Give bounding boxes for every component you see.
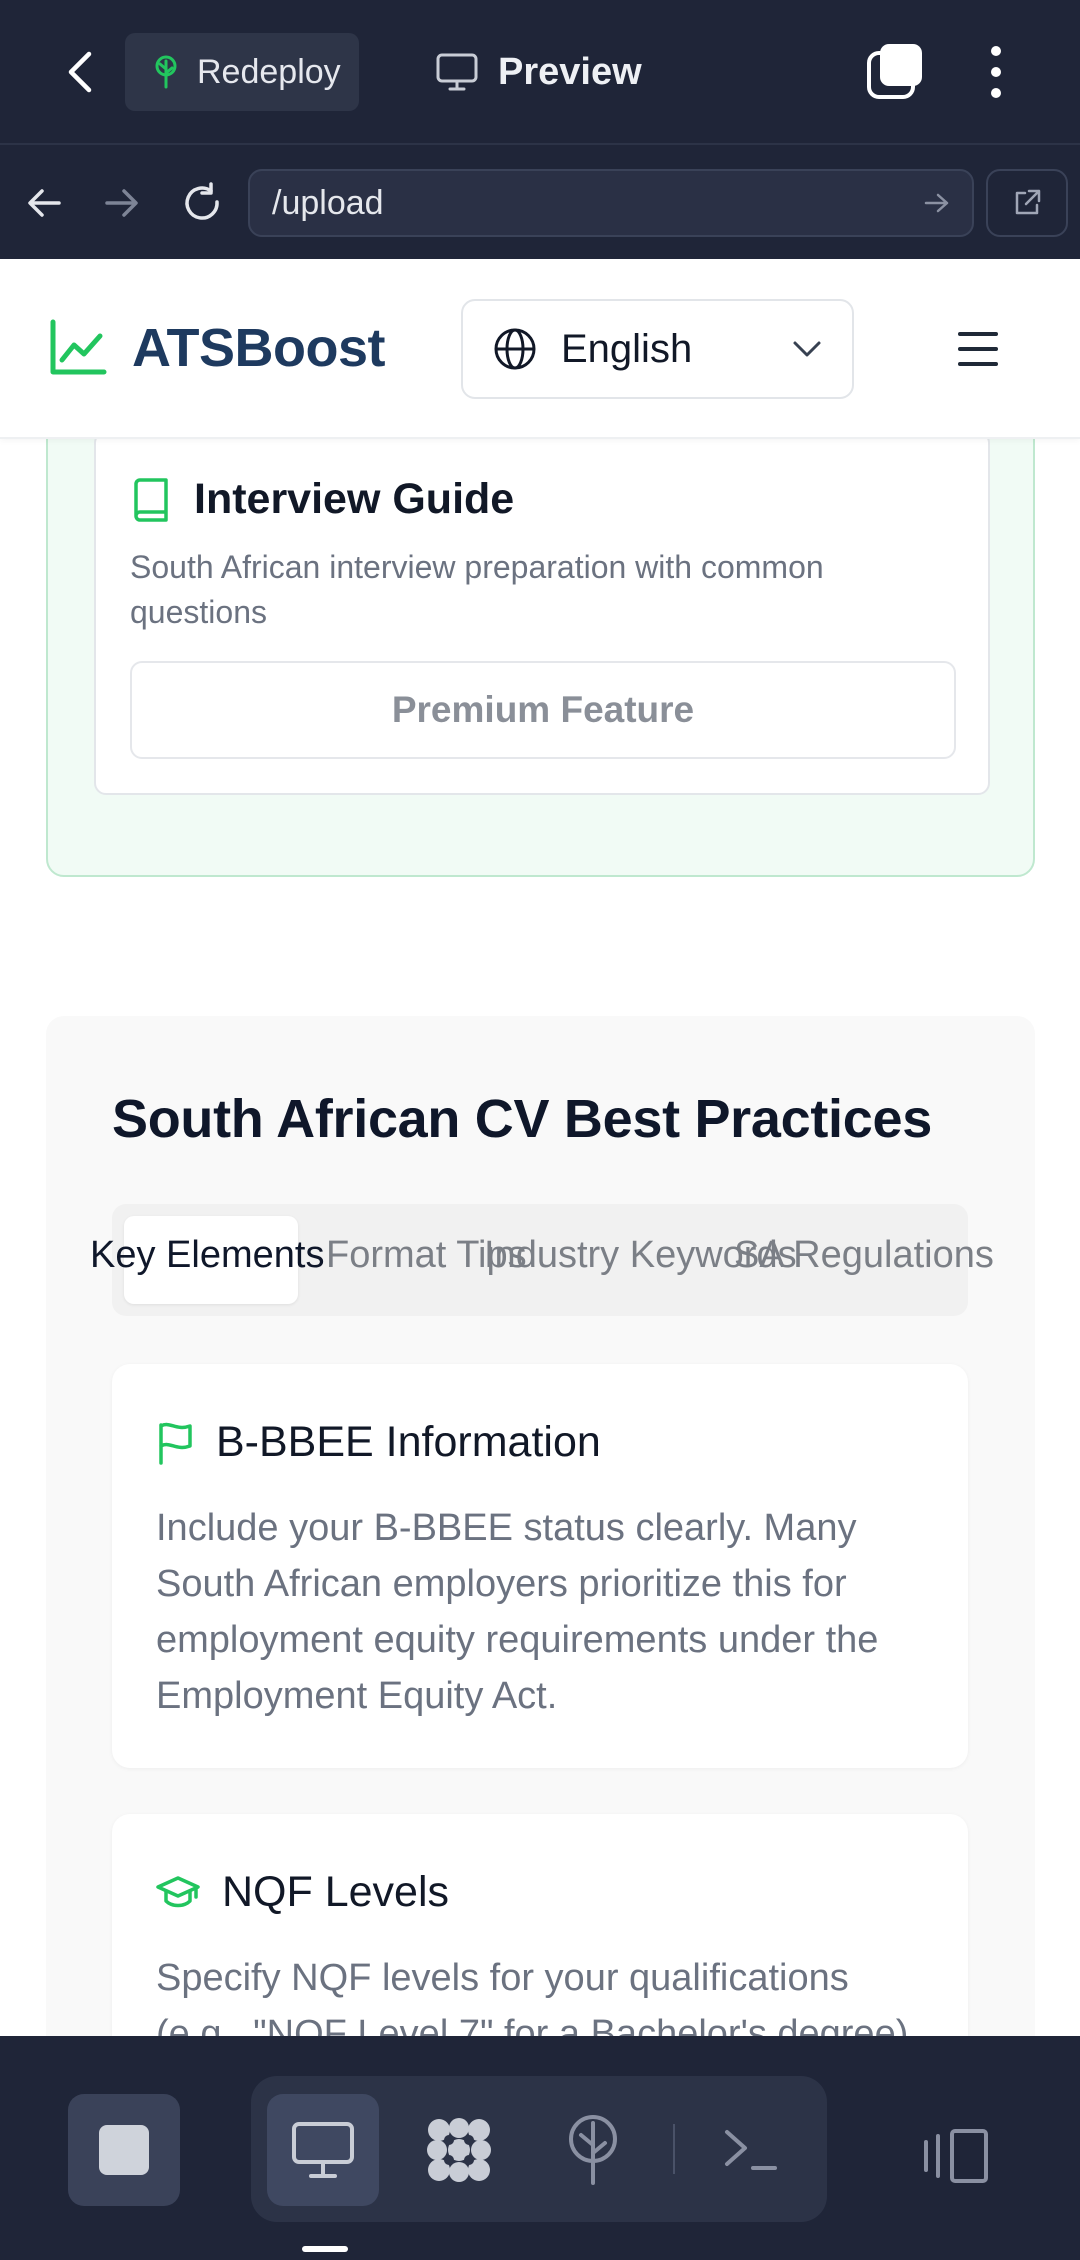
- section-heading: South African CV Best Practices: [112, 1089, 932, 1149]
- app-bar: Redeploy Preview: [0, 0, 1080, 145]
- chevron-down-icon: [793, 341, 821, 357]
- card-body: Specify NQF levels for your qualificatio…: [156, 1957, 919, 2036]
- site-logo[interactable]: ATSBoost: [48, 317, 385, 379]
- language-select[interactable]: English: [461, 299, 854, 399]
- cv-best-practices-section: South African CV Best Practices Key Elem…: [46, 1016, 1035, 2036]
- practices-tabs: Key Elements Format Tips Industry Keywor…: [90, 1204, 994, 1316]
- browser-back-icon[interactable]: [16, 175, 72, 231]
- trending-chart-icon: [50, 319, 107, 375]
- interview-guide-title: Interview Guide: [194, 475, 515, 523]
- stop-icon: [99, 2125, 149, 2175]
- tool-group: [251, 2076, 827, 2222]
- tabs-switcher-icon[interactable]: [866, 42, 924, 100]
- graduation-cap-icon: [156, 1875, 200, 1907]
- redeploy-tree-icon: [155, 55, 177, 89]
- web-page: Interview Guide South African interview …: [0, 259, 1080, 2036]
- selected-language: English: [561, 326, 693, 371]
- toolbar-divider: [673, 2124, 675, 2174]
- browser-url-bar: /upload: [0, 147, 1080, 259]
- premium-features-section: Interview Guide South African interview …: [46, 399, 1035, 877]
- open-external-icon[interactable]: [986, 169, 1068, 237]
- interview-guide-card: Interview Guide South African interview …: [94, 431, 990, 795]
- redeploy-button[interactable]: Redeploy: [125, 33, 359, 111]
- more-options-icon[interactable]: [978, 40, 1014, 104]
- bbbee-info-card: B-BBEE Information Include your B-BBEE s…: [112, 1364, 968, 1768]
- globe-icon: [494, 328, 536, 370]
- flag-icon: [159, 1422, 192, 1465]
- card-body: Include your B-BBEE status clearly. Many…: [156, 1507, 879, 1717]
- card-title: B-BBEE Information: [216, 1418, 601, 1466]
- home-indicator: [302, 2246, 348, 2252]
- interview-guide-description: South African interview preparation with…: [130, 549, 824, 630]
- back-icon[interactable]: [58, 45, 102, 99]
- tab-sa-regulations[interactable]: SA Regulations: [734, 1234, 994, 1277]
- redeploy-label: Redeploy: [197, 52, 341, 91]
- premium-feature-button[interactable]: Premium Feature: [130, 661, 956, 759]
- deploy-tree-icon[interactable]: [537, 2094, 649, 2206]
- tab-key-elements[interactable]: Key Elements: [90, 1234, 324, 1277]
- book-icon: [134, 477, 168, 522]
- brand-name: ATSBoost: [132, 318, 385, 378]
- url-input[interactable]: /upload: [248, 169, 974, 237]
- site-header: ATSBoost English: [0, 259, 1080, 439]
- apps-grid-icon[interactable]: [403, 2094, 515, 2206]
- bottom-toolbar: [0, 2036, 1080, 2260]
- preview-label: Preview: [498, 50, 642, 93]
- reload-icon[interactable]: [174, 175, 230, 231]
- go-arrow-icon[interactable]: [924, 192, 950, 214]
- terminal-icon[interactable]: [695, 2094, 807, 2206]
- nqf-levels-card: NQF Levels Specify NQF levels for your q…: [112, 1814, 968, 2036]
- card-title: NQF Levels: [222, 1868, 450, 1916]
- browser-forward-icon[interactable]: [94, 175, 150, 231]
- desktop-preview-icon[interactable]: [267, 2094, 379, 2206]
- stop-button[interactable]: [68, 2094, 180, 2206]
- monitor-icon: [436, 53, 478, 91]
- menu-icon[interactable]: [958, 332, 998, 366]
- preview-tab[interactable]: Preview: [436, 33, 642, 111]
- side-panel-icon[interactable]: [920, 2126, 990, 2186]
- url-text: /upload: [272, 183, 384, 222]
